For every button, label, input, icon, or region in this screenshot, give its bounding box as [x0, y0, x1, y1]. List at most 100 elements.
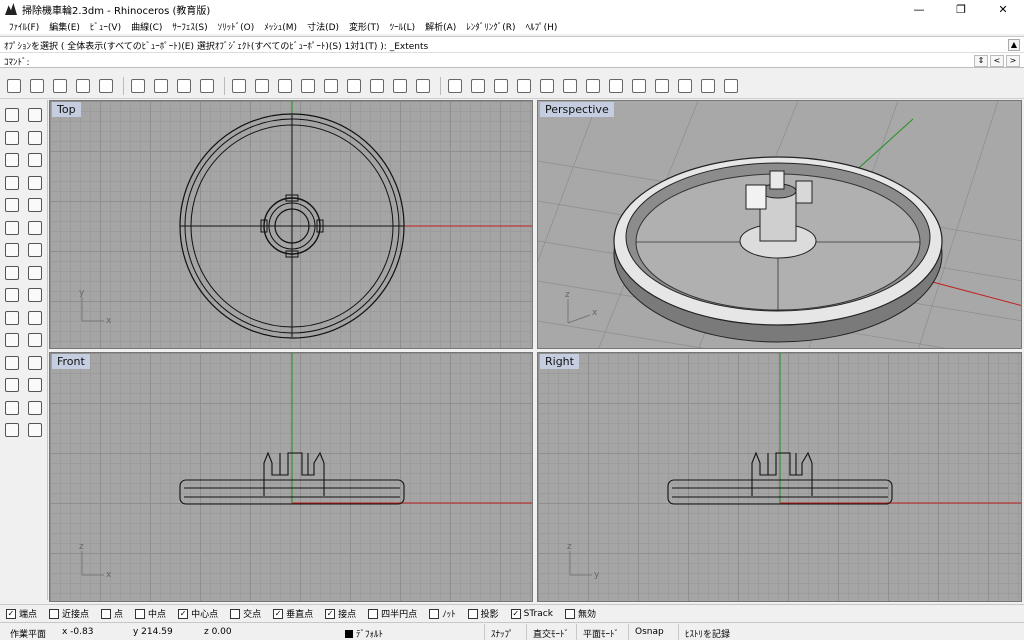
- osnap-checkbox[interactable]: [230, 608, 241, 619]
- viewport-title-top[interactable]: Top: [52, 102, 81, 117]
- menu-edit[interactable]: 編集(E): [44, 20, 85, 33]
- rectangle-icon[interactable]: [26, 174, 44, 192]
- cylinder-icon[interactable]: [3, 264, 21, 282]
- options-icon[interactable]: [698, 77, 717, 96]
- block-icon[interactable]: [3, 399, 21, 417]
- close-button[interactable]: ✕: [982, 0, 1024, 18]
- surface-edge-icon[interactable]: [26, 219, 44, 237]
- paste-icon[interactable]: [174, 77, 193, 96]
- circle-icon[interactable]: [3, 151, 21, 169]
- osnap-checkbox[interactable]: [101, 608, 112, 619]
- minimize-button[interactable]: —: [898, 0, 940, 18]
- box-icon[interactable]: [3, 241, 21, 259]
- viewport-perspective[interactable]: Perspective z x: [537, 100, 1022, 349]
- osnap-checkbox[interactable]: [325, 608, 336, 619]
- viewport-top[interactable]: Top y x: [49, 100, 533, 349]
- osnap-option[interactable]: 端点: [6, 607, 37, 620]
- ellipse-icon[interactable]: [26, 151, 44, 169]
- array-icon[interactable]: [26, 376, 44, 394]
- zoom-window-icon[interactable]: [298, 77, 317, 96]
- import-icon[interactable]: [96, 77, 115, 96]
- osnap-option[interactable]: 投影: [467, 607, 499, 620]
- curve-icon[interactable]: [26, 129, 44, 147]
- osnap-checkbox[interactable]: [467, 608, 478, 619]
- render-sphere-icon[interactable]: [583, 77, 602, 96]
- ortho-toggle[interactable]: 直交ﾓｰﾄﾞ: [526, 624, 575, 640]
- viewport-right[interactable]: Right z y: [537, 352, 1022, 602]
- menu-tools[interactable]: ﾂｰﾙ(L): [385, 20, 421, 33]
- viewport-title-perspective[interactable]: Perspective: [540, 102, 614, 117]
- zoom-extents-icon[interactable]: [321, 77, 340, 96]
- new-file-icon[interactable]: [4, 77, 23, 96]
- menu-view[interactable]: ﾋﾞｭｰ(V): [85, 20, 126, 33]
- osnap-option[interactable]: 中点: [135, 607, 166, 620]
- menu-help[interactable]: ﾍﾙﾌﾟ(H): [521, 20, 563, 33]
- split-icon[interactable]: [26, 309, 44, 327]
- dimension-icon[interactable]: [26, 421, 44, 439]
- planar-toggle[interactable]: 平面ﾓｰﾄﾞ: [576, 624, 625, 640]
- pan-hand-icon[interactable]: [229, 77, 248, 96]
- lightbulb-icon[interactable]: [491, 77, 510, 96]
- open-folder-icon[interactable]: [27, 77, 46, 96]
- text-icon[interactable]: [3, 376, 21, 394]
- four-viewports-icon[interactable]: [390, 77, 409, 96]
- rotate-view-icon[interactable]: [252, 77, 271, 96]
- undo-view-icon[interactable]: [367, 77, 386, 96]
- osnap-option[interactable]: STrack: [510, 608, 553, 619]
- osnap-checkbox[interactable]: [564, 608, 575, 619]
- extrude-icon[interactable]: [26, 264, 44, 282]
- osnap-option[interactable]: 中心点: [178, 607, 218, 620]
- command-prev-icon[interactable]: <: [990, 55, 1004, 67]
- copy-icon[interactable]: [151, 77, 170, 96]
- zoom-icon[interactable]: [275, 77, 294, 96]
- offset-icon[interactable]: [3, 219, 21, 237]
- color-wheel-icon[interactable]: [560, 77, 579, 96]
- save-icon[interactable]: [50, 77, 69, 96]
- lock-icon[interactable]: [514, 77, 533, 96]
- history-scroll-up-button[interactable]: ▲: [1008, 39, 1020, 51]
- osnap-checkbox[interactable]: [178, 608, 189, 619]
- osnap-option[interactable]: 交点: [230, 607, 261, 620]
- command-next-icon[interactable]: >: [1006, 55, 1020, 67]
- menu-mesh[interactable]: ﾒｯｼｭ(M): [259, 20, 302, 33]
- osnap-checkbox[interactable]: [429, 608, 440, 619]
- layer-icon[interactable]: [537, 77, 556, 96]
- menu-solid[interactable]: ｿﾘｯﾄﾞ(O): [213, 20, 260, 33]
- osnap-checkbox[interactable]: [6, 608, 16, 619]
- osnap-option[interactable]: 接点: [325, 607, 356, 620]
- osnap-checkbox[interactable]: [273, 608, 284, 619]
- plane-icon[interactable]: [445, 77, 464, 96]
- polygon-icon[interactable]: [3, 196, 21, 214]
- viewport-front[interactable]: Front z x: [49, 352, 533, 602]
- material-sphere-icon[interactable]: [629, 77, 648, 96]
- grid-icon[interactable]: [606, 77, 625, 96]
- flag-icon[interactable]: [652, 77, 671, 96]
- menu-dimension[interactable]: 寸法(D): [302, 20, 344, 33]
- gear-plugin-icon[interactable]: [675, 77, 694, 96]
- osnap-checkbox[interactable]: [135, 608, 146, 619]
- osnap-option[interactable]: ﾉｯﾄ: [429, 607, 456, 620]
- boolean-icon[interactable]: [3, 286, 21, 304]
- maximize-button[interactable]: ❐: [940, 0, 982, 18]
- move-icon[interactable]: [3, 354, 21, 372]
- menu-transform[interactable]: 変形(T): [344, 20, 385, 33]
- sphere-icon[interactable]: [26, 241, 44, 259]
- cplane-label[interactable]: 作業平面: [10, 627, 46, 640]
- mirror-icon[interactable]: [26, 399, 44, 417]
- group-icon[interactable]: [26, 331, 44, 349]
- viewport-title-right[interactable]: Right: [540, 354, 579, 369]
- record-history-toggle[interactable]: ﾋｽﾄﾘを記録: [678, 624, 736, 640]
- select-icon[interactable]: [468, 77, 487, 96]
- car-icon[interactable]: [413, 77, 432, 96]
- menu-file[interactable]: ﾌｧｲﾙ(F): [4, 20, 44, 33]
- menu-surface[interactable]: ｻｰﾌｪｽ(S): [167, 20, 212, 33]
- arc-icon[interactable]: [3, 174, 21, 192]
- osnap-option[interactable]: 四半円点: [368, 607, 417, 620]
- osnap-option[interactable]: 垂直点: [273, 607, 313, 620]
- cut-icon[interactable]: [128, 77, 147, 96]
- osnap-toggle[interactable]: Osnap: [628, 624, 670, 640]
- osnap-option[interactable]: 点: [101, 607, 123, 620]
- osnap-option[interactable]: 無効: [564, 607, 596, 620]
- menu-render[interactable]: ﾚﾝﾀﾞﾘﾝｸﾞ(R): [461, 20, 520, 33]
- zoom-selected-icon[interactable]: [344, 77, 363, 96]
